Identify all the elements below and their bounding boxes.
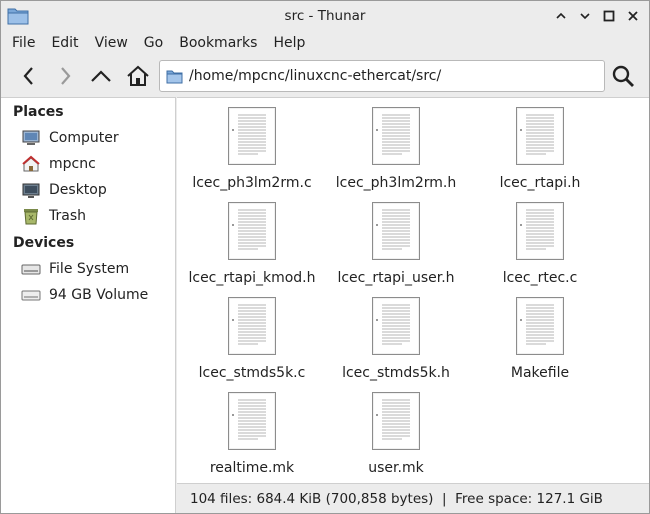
file-name: lcec_stmds5k.c [198,365,306,381]
sidebar-item-label: 94 GB Volume [49,287,149,303]
home-button[interactable] [124,63,152,89]
text-file-icon [372,392,420,450]
file-item[interactable]: lcec_ph3lm2rm.c [179,103,325,193]
text-file-icon [372,297,420,355]
toolbar: /home/mpcnc/linuxcnc-ethercat/src/ [1,57,649,95]
menu-edit[interactable]: Edit [45,35,84,51]
title-bar[interactable]: src - Thunar [1,1,649,31]
menu-bookmarks[interactable]: Bookmarks [173,35,263,51]
sidebar-item-computer[interactable]: Computer [21,127,171,149]
file-view[interactable]: lcec_ph3lm2rm.c lcec_ph3lm2rm.h lcec_rta… [177,97,649,483]
text-file-icon [372,107,420,165]
file-name: user.mk [368,460,424,476]
file-name: lcec_rtapi.h [499,175,581,191]
file-item[interactable]: lcec_stmds5k.c [179,293,325,383]
back-arrow-icon [21,66,37,86]
text-file-icon [516,202,564,260]
computer-icon [21,129,41,147]
file-item[interactable]: user.mk [323,388,469,478]
file-name: Makefile [510,365,570,381]
text-file-icon [228,392,276,450]
search-icon [611,64,635,88]
desktop-icon [21,181,41,199]
text-file-icon [228,202,276,260]
file-name: lcec_ph3lm2rm.c [192,175,312,191]
file-name: realtime.mk [209,460,295,476]
drive-icon [21,260,41,278]
places-heading: Places [13,104,64,120]
file-name: lcec_rtapi_kmod.h [188,270,316,286]
drive-icon [21,286,41,304]
window-title: src - Thunar [284,8,366,24]
text-file-icon [516,107,564,165]
back-button[interactable] [15,63,43,89]
file-name: lcec_stmds5k.h [342,365,450,381]
sidebar-item-trash[interactable]: Trash [21,205,171,227]
file-name: lcec_rtec.c [502,270,578,286]
thunar-window: src - Thunar File Edit View Go Bookmarks… [0,0,650,514]
location-bar[interactable]: /home/mpcnc/linuxcnc-ethercat/src/ [159,60,605,92]
file-item[interactable]: lcec_stmds5k.h [323,293,469,383]
file-item[interactable]: lcec_ph3lm2rm.h [323,103,469,193]
side-pane: Places Computer mpcnc Desktop Trash Devi… [1,97,176,513]
file-item[interactable]: lcec_rtec.c [467,198,613,288]
sidebar-item-label: Trash [49,208,86,224]
status-text: 104 files: 684.4 KiB (700,858 bytes) | F… [190,490,603,507]
file-item[interactable]: lcec_rtapi_kmod.h [179,198,325,288]
text-file-icon [516,297,564,355]
search-button[interactable] [609,63,637,89]
sidebar-item-94gb-volume[interactable]: 94 GB Volume [21,284,171,306]
status-bar: 104 files: 684.4 KiB (700,858 bytes) | F… [177,483,649,513]
forward-button[interactable] [51,63,79,89]
menu-view[interactable]: View [89,35,134,51]
forward-arrow-icon [57,66,73,86]
folder-app-icon [7,6,29,26]
chevron-up-icon[interactable] [551,7,571,25]
file-item[interactable]: lcec_rtapi_user.h [323,198,469,288]
sidebar-item-mpcnc[interactable]: mpcnc [21,153,171,175]
maximize-icon[interactable] [599,7,619,25]
chevron-down-icon[interactable] [575,7,595,25]
file-item[interactable]: lcec_rtapi.h [467,103,613,193]
home-folder-icon [21,155,41,173]
close-icon[interactable] [623,7,643,25]
trash-icon [21,207,41,225]
file-name: lcec_rtapi_user.h [337,270,455,286]
menu-help[interactable]: Help [267,35,311,51]
up-arrow-icon [90,68,112,84]
text-file-icon [228,297,276,355]
sidebar-item-desktop[interactable]: Desktop [21,179,171,201]
sidebar-item-file-system[interactable]: File System [21,258,171,280]
sidebar-item-label: File System [49,261,130,277]
sidebar-item-label: mpcnc [49,156,96,172]
devices-heading: Devices [13,235,75,251]
file-name: lcec_ph3lm2rm.h [335,175,457,191]
sidebar-item-label: Desktop [49,182,107,198]
up-button[interactable] [87,63,115,89]
file-item[interactable]: Makefile [467,293,613,383]
menu-file[interactable]: File [6,35,41,51]
file-item[interactable]: realtime.mk [179,388,325,478]
folder-icon [166,69,183,84]
window-controls [551,7,643,25]
sidebar-item-label: Computer [49,130,119,146]
menu-go[interactable]: Go [138,35,169,51]
text-file-icon [372,202,420,260]
menu-bar: File Edit View Go Bookmarks Help [1,31,649,55]
location-path: /home/mpcnc/linuxcnc-ethercat/src/ [189,68,442,84]
text-file-icon [228,107,276,165]
home-icon [126,65,150,87]
